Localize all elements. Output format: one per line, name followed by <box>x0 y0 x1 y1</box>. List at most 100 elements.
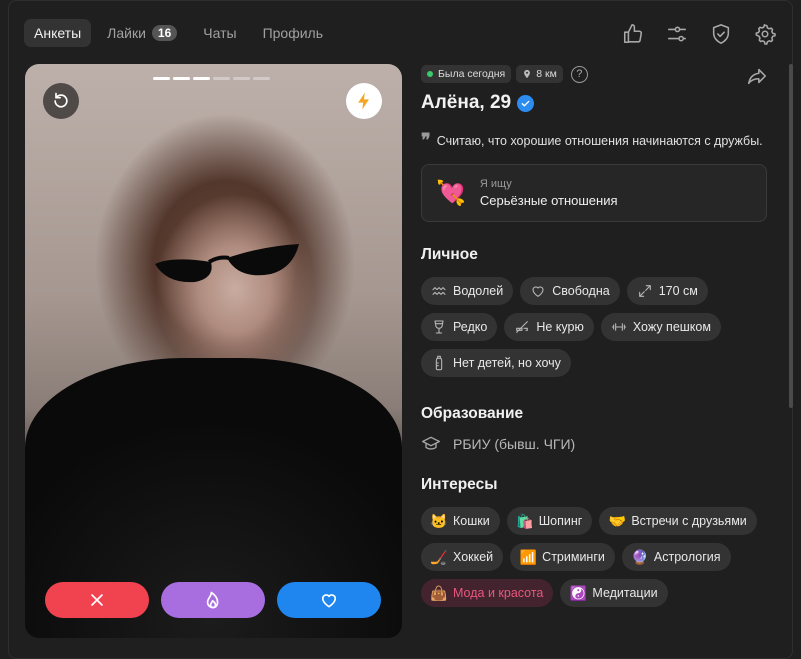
photo-progress-segment[interactable] <box>153 77 170 80</box>
no-smoking-icon <box>514 319 530 335</box>
chip-label: Встречи с друзьями <box>631 514 747 528</box>
looking-for-card: 💘 Я ищу Серьёзные отношения <box>421 164 767 222</box>
boost-button[interactable] <box>346 83 382 119</box>
heart-outline-icon <box>530 283 546 299</box>
interest-emoji-icon: 📶 <box>519 548 537 565</box>
tab-label: Анкеты <box>34 25 82 41</box>
section-title-personal: Личное <box>421 246 478 263</box>
close-icon <box>91 594 103 606</box>
wine-glass-icon <box>431 319 447 335</box>
undo-button[interactable] <box>43 83 79 119</box>
profile-photo[interactable] <box>25 64 402 638</box>
tab-likes[interactable]: Лайки 16 <box>97 19 187 47</box>
chip-label: 170 см <box>658 284 698 298</box>
share-icon[interactable] <box>746 65 768 87</box>
location-pin-icon <box>524 69 531 79</box>
interest-emoji-icon: ☯️ <box>569 584 588 601</box>
personal-chip: 170 см <box>626 277 708 305</box>
top-nav: Анкеты Лайки 16 Чаты Профиль <box>24 19 339 47</box>
interest-chip: 🤝 Встречи с друзьями <box>599 507 757 535</box>
status-text: Была сегодня <box>438 68 506 80</box>
heart-arrow-icon: 💘 <box>436 179 466 207</box>
interest-chip: 🛍️ Шопинг <box>506 507 593 535</box>
superlike-button[interactable] <box>161 582 265 618</box>
section-title-education: Образование <box>421 405 524 422</box>
interest-chip: 🐱 Кошки <box>421 507 500 535</box>
interest-emoji-icon: 👜 <box>430 584 448 601</box>
baby-bottle-icon <box>431 355 447 371</box>
photo-progress-segment[interactable] <box>193 77 210 80</box>
photo-progress-segment[interactable] <box>173 77 190 80</box>
profile-info-panel: Была сегодня 8 км ? Алёна, 29 ❞ Считаю, … <box>421 64 773 659</box>
bio: ❞ Считаю, что хорошие отношения начинают… <box>421 130 773 150</box>
toolbar-icons <box>603 20 779 48</box>
interest-chip: ☯️ Медитации <box>560 579 668 607</box>
scrollbar[interactable] <box>789 64 793 408</box>
interest-emoji-icon: 🏒 <box>430 548 448 565</box>
height-arrows-icon <box>637 283 653 299</box>
verified-icon <box>517 94 535 112</box>
bio-text: Считаю, что хорошие отношения начинаются… <box>436 134 763 148</box>
interest-emoji-icon: 🐱 <box>430 512 448 529</box>
help-icon[interactable]: ? <box>570 65 588 83</box>
dumbbell-icon <box>611 319 627 335</box>
undo-icon <box>54 92 68 108</box>
sliders-icon[interactable] <box>663 20 691 48</box>
personal-chip: Редко <box>421 313 498 341</box>
tab-profile[interactable]: Профиль <box>253 19 333 47</box>
personal-chip: Не курю <box>504 313 594 341</box>
sunglasses-detail <box>155 244 299 283</box>
chip-label: Кошки <box>453 514 490 528</box>
personal-chip: Свободна <box>520 277 620 305</box>
shield-check-icon[interactable] <box>707 20 735 48</box>
chip-label: Стриминги <box>542 550 605 564</box>
personal-chip: Хожу пешком <box>600 313 721 341</box>
profile-name-row: Алёна, 29 <box>421 92 773 114</box>
photo-progress-segment[interactable] <box>253 77 270 80</box>
online-status-badge: Была сегодня <box>421 65 512 83</box>
online-dot <box>427 71 433 77</box>
swipe-actions <box>45 582 381 618</box>
photo-progress-segment[interactable] <box>233 77 250 80</box>
personal-chips: Водолей Свободна 170 см Редко Не курю Хожу пе… <box>421 277 773 385</box>
personal-chip: Водолей <box>421 277 514 305</box>
tab-ankety[interactable]: Анкеты <box>24 19 92 47</box>
thumbs-up-icon[interactable] <box>619 20 647 48</box>
interest-chip: 👜 Мода и красота <box>421 579 554 607</box>
chip-label: Медитации <box>592 586 658 600</box>
likes-count-badge: 16 <box>151 25 178 41</box>
interest-emoji-icon: 🛍️ <box>516 512 534 529</box>
chip-label: Мода и красота <box>453 586 544 600</box>
gear-icon[interactable] <box>751 20 779 48</box>
photo-progress-indicator <box>153 77 273 80</box>
chip-label: Хоккей <box>453 550 494 564</box>
aquarius-icon <box>431 283 447 299</box>
personal-chip: Нет детей, но хочу <box>421 349 571 377</box>
chip-label: Свободна <box>552 284 610 298</box>
profile-name: Алёна, 29 <box>421 92 512 113</box>
chip-label: Хожу пешком <box>632 320 711 334</box>
education-row: РБИУ (бывш. ЧГИ) <box>421 434 773 454</box>
interest-chips: 🐱 Кошки 🛍️ Шопинг 🤝 Встречи с друзьями 🏒 Хоккей… <box>421 507 773 615</box>
dislike-button[interactable] <box>45 582 149 618</box>
quote-icon: ❞ <box>421 130 431 150</box>
flame-icon <box>206 591 219 609</box>
like-button[interactable] <box>277 582 381 618</box>
interest-emoji-icon: 🔮 <box>631 548 649 565</box>
interest-emoji-icon: 🤝 <box>608 512 627 529</box>
section-title-interests: Интересы <box>421 476 498 493</box>
photo-progress-segment[interactable] <box>213 77 230 80</box>
tab-chats[interactable]: Чаты <box>193 19 246 47</box>
chip-label: Шопинг <box>538 514 583 528</box>
tab-label: Чаты <box>203 25 237 41</box>
chip-label: Нет детей, но хочу <box>453 356 561 370</box>
distance-badge: 8 км <box>516 65 563 83</box>
chip-label: Не курю <box>536 320 584 334</box>
chip-label: Астрология <box>653 550 721 564</box>
education-text: РБИУ (бывш. ЧГИ) <box>453 436 576 452</box>
lightning-icon <box>358 92 369 110</box>
looking-for-label: Я ищу <box>479 178 512 190</box>
interest-chip: 🔮 Астрология <box>621 543 731 571</box>
distance-text: 8 км <box>536 68 557 80</box>
heart-icon <box>321 594 337 608</box>
